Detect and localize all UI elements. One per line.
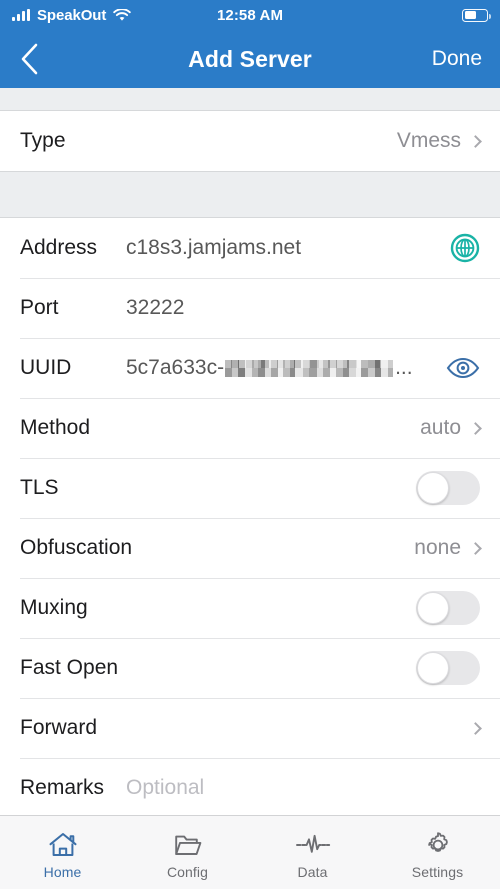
- form-scroll-area[interactable]: Type Vmess Address c18s3.jamjams.net Por…: [0, 88, 500, 815]
- row-type-value: Vmess: [396, 129, 461, 152]
- type-section: Type Vmess: [0, 110, 500, 172]
- row-fast-open-label: Fast Open: [20, 656, 119, 679]
- uuid-ellipsis: ...: [395, 356, 413, 379]
- page-title: Add Server: [188, 45, 312, 72]
- eye-icon[interactable]: [446, 356, 480, 380]
- section-gap-middle: [0, 172, 500, 217]
- gear-icon: [423, 830, 453, 860]
- row-address[interactable]: Address c18s3.jamjams.net: [0, 218, 500, 278]
- tab-config-label: Config: [166, 863, 209, 880]
- tab-data-label: Data: [297, 863, 328, 880]
- tls-toggle[interactable]: [416, 471, 480, 505]
- row-forward-label: Forward: [20, 716, 98, 739]
- row-method[interactable]: Method auto: [0, 398, 500, 458]
- tab-home[interactable]: Home: [0, 816, 125, 889]
- chevron-right-icon: [469, 541, 482, 555]
- chevron-left-icon: [21, 43, 38, 75]
- row-method-value: auto: [420, 416, 461, 439]
- row-muxing[interactable]: Muxing: [0, 578, 500, 638]
- row-method-label: Method: [20, 416, 91, 439]
- home-icon: [48, 830, 78, 860]
- row-type[interactable]: Type Vmess: [0, 111, 500, 171]
- row-remarks-label: Remarks: [20, 776, 105, 799]
- server-details-section: Address c18s3.jamjams.net Port 32222 UUI…: [0, 217, 500, 815]
- tab-data[interactable]: Data: [250, 816, 375, 889]
- uuid-input[interactable]: 5c7a633c- ...: [126, 356, 446, 380]
- signal-bars-icon: [12, 9, 30, 21]
- folder-icon: [173, 830, 203, 860]
- row-remarks[interactable]: Remarks Optional: [0, 758, 500, 815]
- tab-config[interactable]: Config: [125, 816, 250, 889]
- row-obfuscation-value: none: [414, 536, 461, 559]
- toggle-knob: [417, 472, 449, 504]
- row-obfuscation-label: Obfuscation: [20, 536, 133, 559]
- toggle-knob: [417, 652, 449, 684]
- tab-settings-label: Settings: [411, 863, 464, 880]
- status-bar-left: SpeakOut: [12, 7, 131, 24]
- row-port[interactable]: Port 32222: [0, 278, 500, 338]
- tab-bar: Home Config Data Settings: [0, 815, 500, 889]
- row-type-label: Type: [20, 129, 66, 152]
- row-forward[interactable]: Forward: [0, 698, 500, 758]
- row-fast-open[interactable]: Fast Open: [0, 638, 500, 698]
- carrier-label: SpeakOut: [37, 6, 107, 24]
- muxing-toggle[interactable]: [416, 591, 480, 625]
- chevron-right-icon: [469, 721, 482, 735]
- uuid-redacted-block: [225, 359, 394, 377]
- chevron-right-icon: [469, 134, 482, 148]
- battery-icon: [462, 8, 491, 22]
- app-screen: SpeakOut 12:58 AM Add Server Done Type V…: [0, 0, 500, 889]
- back-button[interactable]: [18, 40, 52, 78]
- pulse-icon: [295, 830, 331, 860]
- fast-open-toggle[interactable]: [416, 651, 480, 685]
- toggle-knob: [417, 592, 449, 624]
- row-port-label: Port: [20, 296, 59, 319]
- row-address-label: Address: [20, 236, 98, 259]
- status-bar: SpeakOut 12:58 AM: [0, 0, 500, 30]
- tab-home-label: Home: [43, 863, 82, 880]
- section-gap-top: [0, 88, 500, 110]
- row-tls[interactable]: TLS: [0, 458, 500, 518]
- remarks-input[interactable]: Optional: [126, 776, 204, 800]
- clock-label: 12:58 AM: [216, 6, 284, 24]
- wifi-icon: [113, 8, 131, 22]
- tab-settings[interactable]: Settings: [375, 816, 500, 889]
- globe-icon[interactable]: [450, 233, 480, 263]
- row-uuid[interactable]: UUID 5c7a633c- ...: [0, 338, 500, 398]
- row-tls-label: TLS: [20, 476, 59, 499]
- row-muxing-label: Muxing: [20, 596, 88, 619]
- chevron-right-icon: [469, 421, 482, 435]
- port-input[interactable]: 32222: [126, 296, 184, 320]
- address-input[interactable]: c18s3.jamjams.net: [126, 236, 301, 260]
- row-obfuscation[interactable]: Obfuscation none: [0, 518, 500, 578]
- uuid-visible-prefix: 5c7a633c-: [126, 356, 225, 379]
- row-uuid-label: UUID: [20, 356, 72, 379]
- status-bar-right: [462, 8, 491, 22]
- done-button[interactable]: Done: [432, 47, 482, 71]
- navigation-bar: Add Server Done: [0, 30, 500, 88]
